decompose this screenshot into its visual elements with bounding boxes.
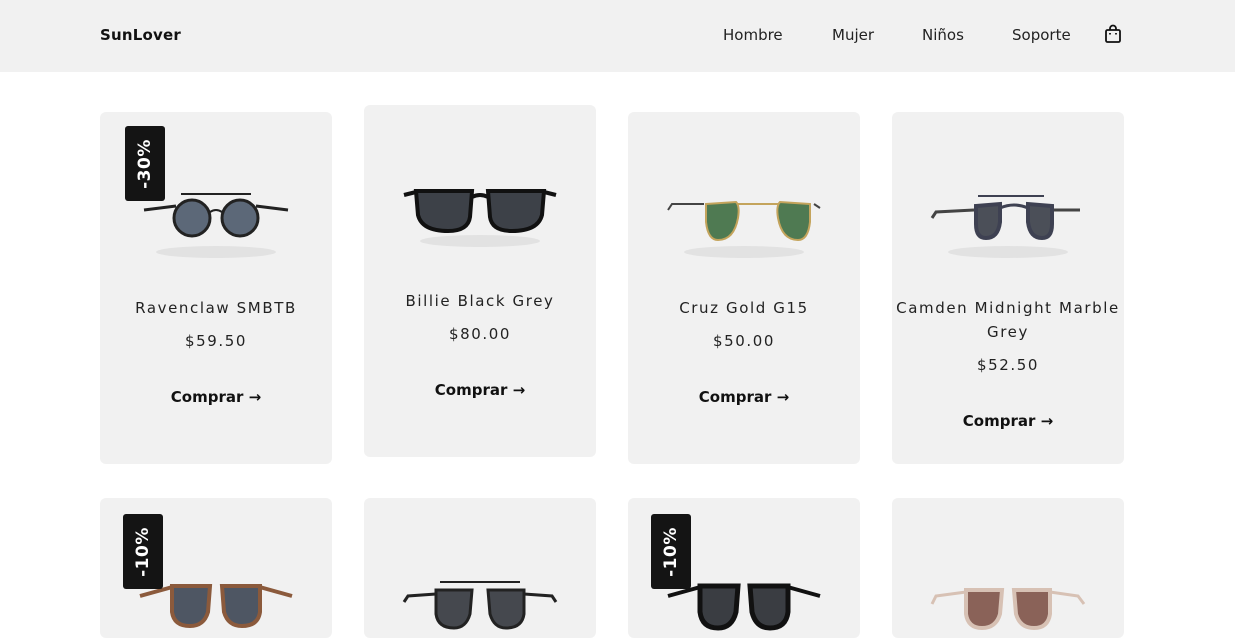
brand-logo[interactable]: SunLover <box>100 26 181 44</box>
sunglasses-image <box>667 200 821 258</box>
sunglasses-image <box>930 195 1080 258</box>
product-card[interactable]: Cruz Gold G15 $50.00 Comprar → <box>628 112 860 464</box>
site-header: SunLover Hombre Mujer Niños Soporte <box>0 0 1235 72</box>
discount-badge: -10% <box>651 514 691 589</box>
buy-button[interactable]: Comprar → <box>364 381 596 399</box>
product-name: Cruz Gold G15 <box>679 299 809 317</box>
buy-button[interactable]: Comprar → <box>628 388 860 406</box>
product-card[interactable]: -30% Ravenclaw SMBTB $59.50 Comprar → <box>100 112 332 464</box>
product-price: $59.50 <box>184 332 248 350</box>
nav-item-hombre[interactable]: Hombre <box>723 26 783 44</box>
product-card[interactable]: -10% <box>628 498 860 638</box>
product-name: Ravenclaw SMBTB <box>135 299 297 317</box>
buy-button[interactable]: Comprar → <box>100 388 332 406</box>
sunglasses-image <box>930 588 1086 631</box>
product-price: $52.50 <box>976 356 1040 374</box>
product-price: $50.00 <box>712 332 776 350</box>
nav-item-mujer[interactable]: Mujer <box>832 26 874 44</box>
product-card[interactable]: -10% <box>100 498 332 638</box>
sunglasses-image <box>402 581 558 630</box>
sunglasses-image <box>403 189 557 247</box>
nav-item-ninos[interactable]: Niños <box>922 26 964 44</box>
shopping-bag-icon[interactable] <box>1104 24 1122 44</box>
product-price: $80.00 <box>448 325 512 343</box>
product-name: Camden Midnight Marble Grey <box>896 299 1120 341</box>
product-card[interactable]: Billie Black Grey $80.00 Comprar → <box>364 105 596 457</box>
product-name: Billie Black Grey <box>405 292 555 310</box>
nav-item-soporte[interactable]: Soporte <box>1012 26 1071 44</box>
product-card[interactable] <box>364 498 596 638</box>
product-card[interactable]: Camden Midnight Marble Grey $52.50 Compr… <box>892 112 1124 464</box>
product-card[interactable] <box>892 498 1124 638</box>
discount-badge: -10% <box>123 514 163 589</box>
discount-badge: -30% <box>125 126 165 201</box>
buy-button[interactable]: Comprar → <box>892 412 1124 430</box>
